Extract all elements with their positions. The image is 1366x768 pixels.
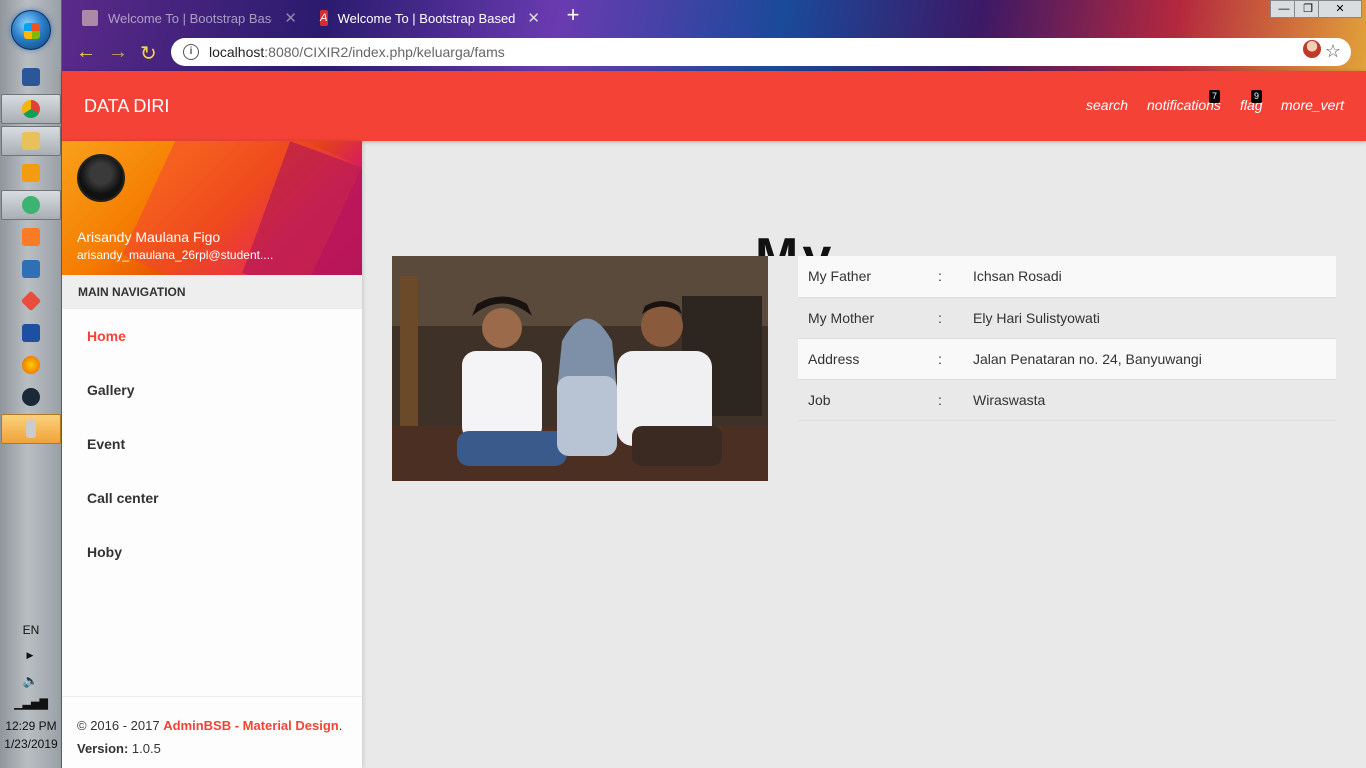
file-explorer-taskbar-icon[interactable] (1, 126, 61, 156)
table-row: My Mother : Ely Hari Sulistyowati (798, 296, 1336, 338)
header-search-link[interactable]: search (1086, 97, 1128, 113)
notifications-badge: 7 (1209, 90, 1221, 103)
sidebar-item-gallery[interactable]: Gallery (62, 363, 362, 417)
url-host: localhost (209, 44, 265, 60)
header-notifications-link[interactable]: notifications 7 (1147, 90, 1221, 113)
phone-taskbar-icon[interactable] (1, 414, 61, 444)
left-sidebar: Arisandy Maulana Figo arisandy_maulana_2… (62, 141, 362, 768)
header-more-link[interactable]: more_vert (1281, 97, 1344, 113)
version-label: Version: (77, 741, 129, 756)
row-value: Ichsan Rosadi (963, 256, 1336, 297)
volume-icon[interactable]: 🔈 (0, 673, 62, 689)
version-line: Version: 1.0.5 (77, 737, 347, 760)
row-separator: : (928, 296, 963, 338)
sidebar-item-event[interactable]: Event (62, 417, 362, 471)
version-number: 1.0.5 (128, 741, 161, 756)
user-email: arisandy_maulana_26rpl@student.... (77, 248, 274, 262)
table-row: Address : Jalan Penataran no. 24, Banyuw… (798, 337, 1336, 379)
language-indicator[interactable]: EN (0, 623, 62, 637)
main-navigation-header: MAIN NAVIGATION (62, 275, 362, 309)
row-key: My Father (798, 256, 928, 297)
steam-taskbar-icon[interactable] (1, 382, 61, 412)
app-header: DATA DIRI search notifications 7 flag 9 … (62, 71, 1366, 141)
family-info-table: My Father : Ichsan Rosadi My Mother : El… (798, 256, 1336, 421)
tab-favicon-icon (82, 10, 98, 26)
virtualbox-taskbar-icon[interactable] (1, 254, 61, 284)
atom-taskbar-icon[interactable] (1, 190, 61, 220)
clock-date[interactable]: 1/23/2019 (0, 737, 62, 751)
sidebar-item-call-center[interactable]: Call center (62, 471, 362, 525)
filezilla-taskbar-icon[interactable] (1, 318, 61, 348)
row-value: Wiraswasta (963, 378, 1336, 421)
row-separator: : (928, 256, 963, 297)
sidebar-footer: © 2016 - 2017 AdminBSB - Material Design… (62, 696, 362, 768)
avatar[interactable] (77, 154, 125, 202)
flag-badge: 9 (1251, 90, 1263, 103)
tab-title: Welcome To | Bootstrap Based (337, 10, 516, 26)
tab-title: Welcome To | Bootstrap Based ... (107, 10, 272, 26)
row-separator: : (928, 337, 963, 379)
chrome-taskbar-icon[interactable] (1, 94, 61, 124)
row-key: My Mother (798, 296, 928, 338)
reload-icon[interactable]: ↻ (140, 41, 157, 66)
url-path: :8080/CIXIR2/index.php/keluarga/fams (264, 44, 505, 60)
browser-tab-2[interactable]: A Welcome To | Bootstrap Based ✕ (320, 4, 540, 32)
row-separator: : (928, 378, 963, 421)
user-name: Arisandy Maulana Figo (77, 229, 221, 245)
adminbsb-link[interactable]: AdminBSB - Material Design (163, 718, 339, 733)
address-bar[interactable]: i localhost:8080/CIXIR2/index.php/keluar… (171, 38, 1351, 66)
tab-close-icon[interactable]: ✕ (527, 9, 540, 27)
app-brand[interactable]: DATA DIRI (84, 96, 169, 117)
media-player-taskbar-icon[interactable] (1, 158, 61, 188)
table-row: Job : Wiraswasta (798, 378, 1336, 421)
browser-menu-icon[interactable]: ⋮ (1336, 40, 1354, 61)
copyright-text: © 2016 - 2017 (77, 718, 164, 733)
site-info-icon[interactable]: i (183, 44, 199, 60)
row-value: Jalan Penataran no. 24, Banyuwangi (963, 337, 1336, 379)
new-tab-button[interactable]: + (562, 4, 584, 27)
tray-expand-icon[interactable]: ▶ (20, 650, 40, 661)
user-info-panel: Arisandy Maulana Figo arisandy_maulana_2… (62, 141, 362, 275)
firefox-taskbar-icon[interactable] (1, 350, 61, 380)
browser-toolbar: ← → ↻ i localhost:8080/CIXIR2/index.php/… (62, 34, 1366, 71)
start-button[interactable] (11, 10, 51, 50)
clock-time[interactable]: 12:29 PM (0, 719, 62, 733)
close-window-button[interactable]: ✕ (1318, 0, 1362, 18)
table-row: My Father : Ichsan Rosadi (798, 256, 1336, 297)
xampp-taskbar-icon[interactable] (1, 222, 61, 252)
row-value: Ely Hari Sulistyowati (963, 296, 1336, 338)
sidebar-item-home[interactable]: Home (62, 309, 362, 363)
header-flag-link[interactable]: flag 9 (1240, 90, 1263, 113)
windows-taskbar: EN ▶ 🔈 ▁▃▅▇ 12:29 PM 1/23/2019 (0, 0, 62, 768)
copyright-period: . (338, 718, 343, 733)
network-icon[interactable]: ▁▃▅▇ (0, 697, 62, 710)
copyright-line: © 2016 - 2017 AdminBSB - Material Design… (77, 714, 347, 737)
forward-icon[interactable]: → (108, 41, 128, 64)
page-title: My Family (755, 222, 955, 256)
family-photo (392, 256, 768, 481)
word-taskbar-icon[interactable] (1, 62, 61, 92)
profile-avatar-icon[interactable] (1302, 39, 1322, 59)
back-icon[interactable]: ← (76, 41, 96, 64)
sidebar-item-hoby[interactable]: Hoby (62, 525, 362, 579)
browser-tab-1[interactable]: Welcome To | Bootstrap Based ... ✕ (82, 4, 297, 32)
tab-close-icon[interactable]: ✕ (284, 9, 297, 27)
row-key: Address (798, 337, 928, 379)
row-key: Job (798, 378, 928, 421)
family-photo-illustration (392, 256, 768, 481)
tab-favicon-icon: A (320, 10, 328, 26)
git-taskbar-icon[interactable] (1, 286, 61, 316)
